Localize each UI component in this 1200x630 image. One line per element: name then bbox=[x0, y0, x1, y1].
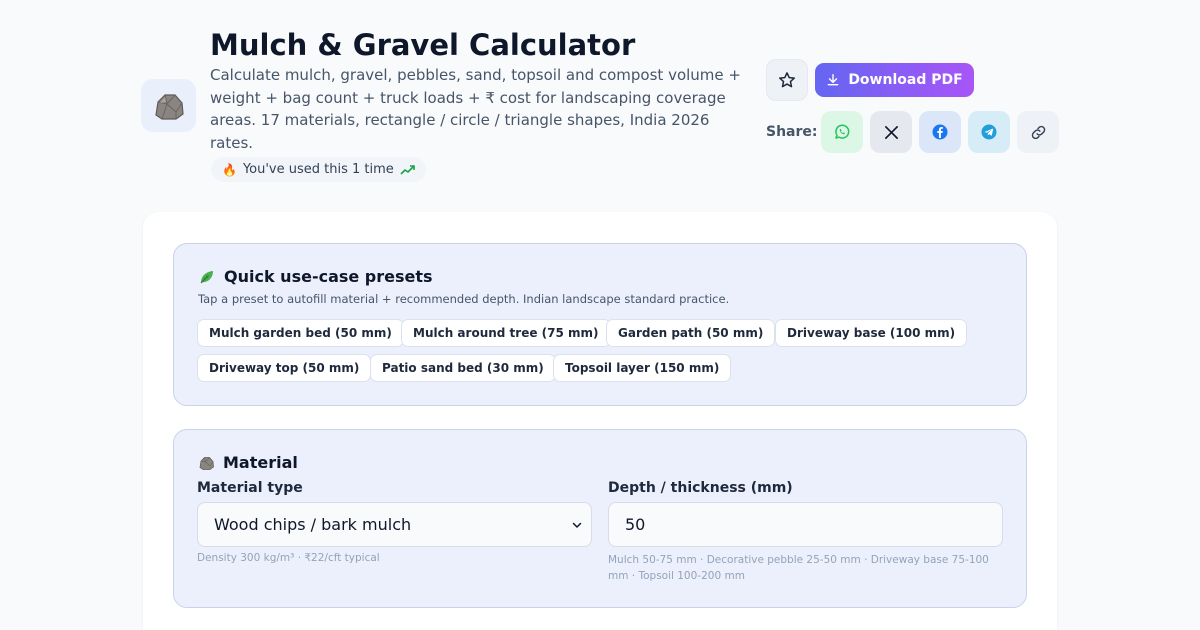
preset-garden-path[interactable]: Garden path (50 mm) bbox=[606, 319, 776, 347]
link-icon bbox=[1031, 125, 1045, 139]
leaf-icon bbox=[200, 270, 213, 283]
share-whatsapp-button[interactable] bbox=[821, 111, 863, 153]
star-icon bbox=[778, 72, 796, 88]
presets-section: Quick use-case presets Tap a preset to a… bbox=[173, 243, 1027, 406]
preset-driveway-top[interactable]: Driveway top (50 mm) bbox=[197, 354, 372, 382]
depth-hint: Mulch 50-75 mm · Decorative pebble 25-50… bbox=[608, 552, 1003, 584]
presets-title: Quick use-case presets bbox=[198, 267, 433, 286]
material-type-value: Wood chips / bark mulch bbox=[214, 515, 412, 534]
copy-link-button[interactable] bbox=[1017, 111, 1059, 153]
share-label: Share: bbox=[766, 124, 818, 140]
rock-icon bbox=[199, 456, 214, 470]
preset-mulch-garden-bed[interactable]: Mulch garden bed (50 mm) bbox=[197, 319, 404, 347]
download-icon bbox=[827, 74, 839, 86]
fire-icon: 🔥 bbox=[222, 162, 237, 177]
download-pdf-button[interactable]: Download PDF bbox=[815, 63, 974, 97]
share-x-button[interactable] bbox=[870, 111, 912, 153]
material-density-hint: Density 300 kg/m³ · ₹22/cft typical bbox=[197, 552, 380, 564]
material-section: Material Material type Wood chips / bark… bbox=[173, 429, 1027, 608]
usage-badge: 🔥 You've used this 1 time bbox=[211, 157, 426, 182]
favorite-button[interactable] bbox=[766, 59, 808, 101]
facebook-icon bbox=[932, 124, 948, 140]
share-facebook-button[interactable] bbox=[919, 111, 961, 153]
material-title: Material bbox=[198, 453, 298, 472]
trending-up-icon bbox=[400, 164, 415, 175]
material-type-label: Material type bbox=[197, 480, 303, 496]
usage-text: You've used this 1 time bbox=[242, 162, 394, 177]
depth-value: 50 bbox=[625, 515, 646, 534]
presets-description: Tap a preset to autofill material + reco… bbox=[198, 292, 730, 306]
depth-hint-line-2: mm · Topsoil 100-200 mm bbox=[608, 570, 745, 582]
download-pdf-label: Download PDF bbox=[848, 72, 963, 88]
x-logo-icon bbox=[884, 125, 898, 139]
depth-label: Depth / thickness (mm) bbox=[608, 480, 793, 496]
material-type-select[interactable]: Wood chips / bark mulch bbox=[197, 502, 592, 547]
chevron-down-icon bbox=[572, 522, 582, 528]
whatsapp-icon bbox=[835, 124, 850, 139]
preset-mulch-around-tree[interactable]: Mulch around tree (75 mm) bbox=[401, 319, 611, 347]
preset-topsoil-layer[interactable]: Topsoil layer (150 mm) bbox=[553, 354, 732, 382]
page-subtitle: Calculate mulch, gravel, pebbles, sand, … bbox=[210, 66, 741, 152]
rock-icon bbox=[154, 93, 184, 120]
presets-title-text: Quick use-case presets bbox=[224, 267, 433, 286]
preset-patio-sand-bed[interactable]: Patio sand bed (30 mm) bbox=[370, 354, 556, 382]
share-telegram-button[interactable] bbox=[968, 111, 1010, 153]
preset-driveway-base[interactable]: Driveway base (100 mm) bbox=[775, 319, 968, 347]
depth-hint-line-1: Mulch 50-75 mm · Decorative pebble 25-50… bbox=[608, 554, 989, 566]
app-icon-tile bbox=[141, 79, 196, 132]
page-title: Mulch & Gravel Calculator bbox=[210, 28, 636, 62]
depth-input[interactable]: 50 bbox=[608, 502, 1003, 547]
telegram-icon bbox=[981, 124, 997, 140]
material-title-text: Material bbox=[223, 453, 298, 472]
